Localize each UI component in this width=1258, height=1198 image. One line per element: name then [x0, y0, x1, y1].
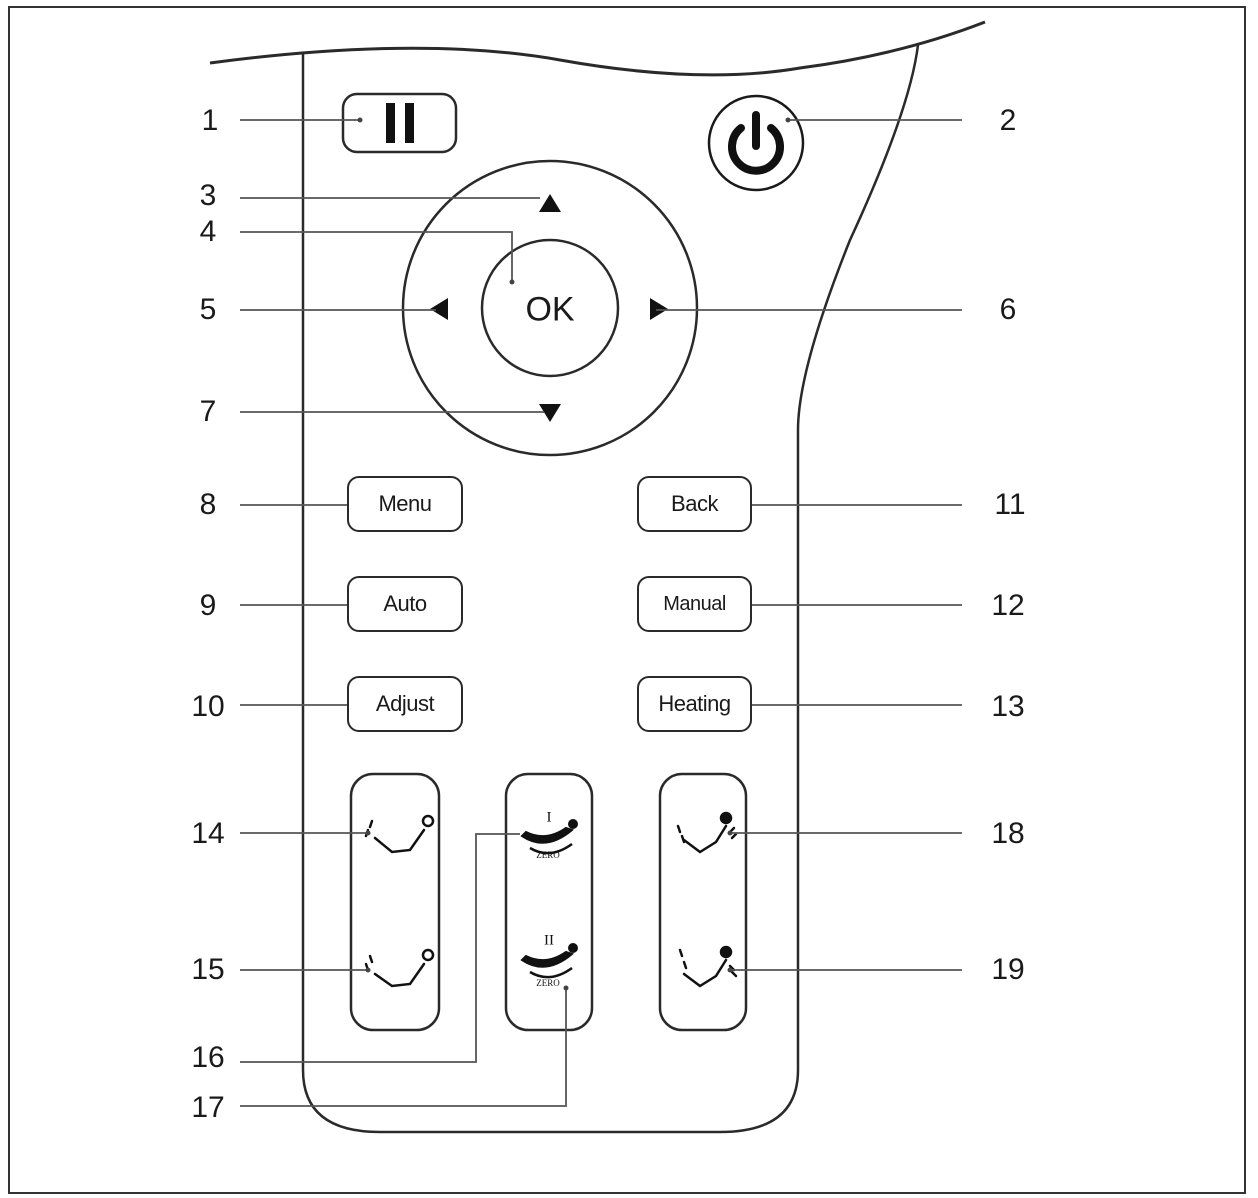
auto-button[interactable]: Auto — [347, 576, 463, 632]
callout-16: 16 — [191, 1041, 225, 1074]
menu-button[interactable]: Menu — [347, 476, 463, 532]
callout-14: 14 — [191, 817, 225, 850]
zero-two-mark: II — [544, 932, 554, 949]
zero-one-label: ZERO — [536, 850, 560, 860]
back-button[interactable]: Back — [637, 476, 752, 532]
heating-button[interactable]: Heating — [637, 676, 752, 732]
callout-1: 1 — [201, 104, 219, 137]
callout-18: 18 — [991, 817, 1025, 850]
callout-9: 9 — [199, 589, 217, 622]
callout-12: 12 — [991, 589, 1025, 622]
callout-10: 10 — [191, 690, 225, 723]
backrest-rocker[interactable] — [349, 772, 441, 1032]
callout-11: 11 — [994, 488, 1026, 521]
remote-top-edge — [209, 20, 986, 77]
callout-3: 3 — [199, 179, 217, 212]
callout-13: 13 — [991, 690, 1025, 723]
remote-control-diagram — [209, 20, 986, 1134]
callout-7: 7 — [199, 395, 217, 428]
callout-4: 4 — [199, 215, 217, 248]
leg-rocker[interactable] — [658, 772, 748, 1032]
callout-8: 8 — [199, 488, 217, 521]
adjust-button[interactable]: Adjust — [347, 676, 463, 732]
callout-19: 19 — [991, 953, 1025, 986]
zero-one-mark: I — [546, 809, 552, 826]
callout-2: 2 — [999, 104, 1017, 137]
callout-5: 5 — [199, 293, 217, 326]
ok-label: OK — [525, 290, 575, 329]
callout-6: 6 — [999, 293, 1017, 326]
callout-17: 17 — [191, 1091, 225, 1124]
pause-icon — [386, 103, 395, 143]
power-button[interactable] — [707, 94, 805, 192]
zero-two-label: ZERO — [536, 978, 560, 988]
callout-15: 15 — [191, 953, 225, 986]
pause-button[interactable] — [341, 92, 458, 154]
manual-button[interactable]: Manual — [637, 576, 752, 632]
